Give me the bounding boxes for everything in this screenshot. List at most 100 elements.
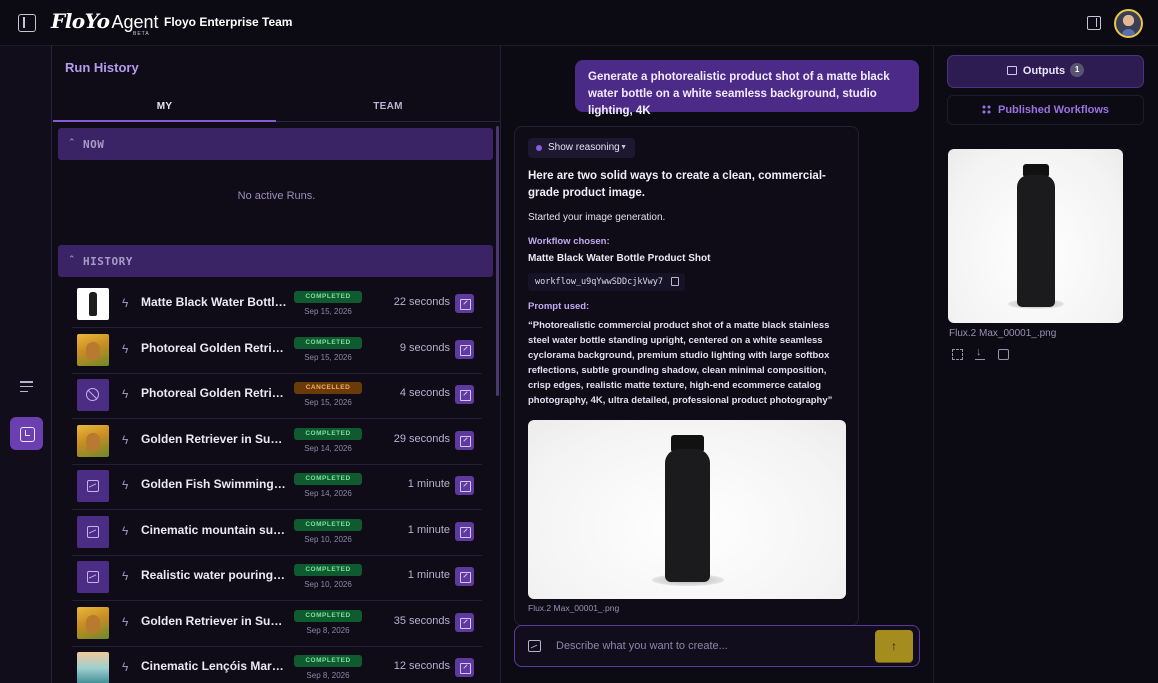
download-icon[interactable]: [975, 346, 986, 360]
bolt-icon: ϟ: [122, 614, 129, 629]
tab-my[interactable]: MY: [53, 92, 276, 122]
show-reasoning-label: Show reasoning: [548, 142, 620, 153]
run-row[interactable]: ϟ Golden Retriever in Sunflo... COMPLETED S…: [72, 420, 482, 465]
show-reasoning-button[interactable]: Show reasoning ▼: [528, 138, 635, 158]
image-caption: Flux.2 Max_00001_.png: [528, 603, 620, 613]
run-row[interactable]: ϟ Cinematic mountain sunri... COMPLETED Sep…: [72, 511, 482, 556]
sidebar-toggle-icon[interactable]: [18, 14, 36, 32]
bolt-icon: ϟ: [122, 478, 129, 492]
history-icon[interactable]: [10, 417, 43, 450]
run-history-panel: Run History MY TEAM ⌃ NOW No active Runs…: [53, 46, 501, 683]
run-thumbnail: [77, 652, 109, 683]
open-run-icon[interactable]: [455, 385, 474, 404]
status-badge: COMPLETED: [294, 291, 362, 303]
history-tabs: MY TEAM: [53, 92, 500, 122]
run-date: Sep 15, 2026: [304, 398, 352, 407]
run-duration: 9 seconds: [399, 341, 450, 354]
open-run-icon[interactable]: [455, 476, 474, 495]
run-duration: 1 minute: [407, 569, 450, 581]
reuse-icon[interactable]: [998, 349, 1009, 360]
run-thumbnail: [77, 333, 109, 366]
run-duration: 29 seconds: [393, 432, 450, 445]
outputs-button[interactable]: Outputs 1: [947, 55, 1144, 88]
prompt-label: Prompt used:: [528, 301, 590, 312]
run-history-title: Run History: [65, 60, 139, 75]
run-duration: 12 seconds: [393, 660, 450, 672]
logo-brand: FloYo: [51, 9, 110, 33]
reply-intro: Here are two solid ways to create a clea…: [528, 170, 826, 199]
run-duration: 1 minute: [407, 478, 450, 490]
run-row[interactable]: ϟ Golden Retriever in Sunflo... COMPLETED S…: [72, 602, 482, 647]
logo[interactable]: FloYo Agent BETA: [51, 9, 159, 37]
image-upload-icon[interactable]: [528, 640, 541, 652]
bolt-icon: ϟ: [122, 660, 129, 674]
run-row[interactable]: ϟ Photoreal Golden Retrieve... CANCELLED Se…: [72, 374, 482, 419]
now-label: NOW: [83, 138, 105, 151]
run-row[interactable]: ϟ Matte Black Water Bottle ... COMPLETED Se…: [72, 283, 482, 328]
published-label: Published Workflows: [997, 104, 1110, 116]
avatar[interactable]: [1114, 9, 1143, 38]
tab-team[interactable]: TEAM: [276, 92, 500, 122]
agent-reply: Show reasoning ▼ Here are two solid ways…: [514, 126, 859, 626]
open-run-icon[interactable]: [455, 521, 474, 541]
grid-icon: [981, 104, 991, 114]
status-badge: COMPLETED: [294, 609, 362, 622]
expand-icon[interactable]: [952, 349, 963, 360]
run-date: Sep 15, 2026: [304, 307, 352, 316]
run-thumbnail: [77, 606, 109, 639]
bottle: [1017, 175, 1055, 307]
generated-image[interactable]: [528, 420, 846, 599]
bolt-icon: ϟ: [122, 341, 129, 356]
now-section-header[interactable]: ⌃ NOW: [58, 128, 493, 160]
status-badge: CANCELLED: [294, 382, 362, 394]
caret-down-icon: ▼: [620, 144, 627, 151]
chevron-down-icon[interactable]: ⌄: [285, 17, 293, 28]
open-run-icon[interactable]: [455, 612, 474, 632]
run-row[interactable]: ϟ Realistic water pouring int... COMPLETED…: [72, 556, 482, 601]
list-icon[interactable]: [20, 381, 33, 393]
open-run-icon[interactable]: [455, 658, 474, 677]
run-date: Sep 14, 2026: [304, 489, 352, 498]
composer-input[interactable]: Describe what you want to create...: [556, 640, 728, 652]
open-run-icon[interactable]: [455, 339, 474, 359]
bolt-icon: ϟ: [122, 387, 129, 401]
prompt-composer[interactable]: Describe what you want to create... ↑: [514, 625, 920, 667]
copy-icon[interactable]: [670, 277, 679, 286]
scrollbar[interactable]: [496, 126, 499, 396]
open-run-icon[interactable]: [455, 567, 474, 586]
left-rail: [0, 46, 52, 683]
run-duration: 22 seconds: [393, 296, 450, 308]
run-row[interactable]: ϟ Golden Fish Swimming - ... COMPLETED Sep …: [72, 465, 482, 510]
cancelled-thumbnail: [77, 379, 109, 411]
status-badge: COMPLETED: [294, 473, 362, 485]
run-date: Sep 14, 2026: [304, 443, 352, 453]
placeholder-thumbnail: [77, 470, 109, 502]
run-date: Sep 15, 2026: [304, 352, 352, 362]
logo-product: Agent: [111, 12, 159, 32]
run-title: Golden Retriever in Sunflo...: [141, 613, 288, 628]
published-workflows-button[interactable]: Published Workflows: [947, 95, 1144, 125]
workflow-id-chip[interactable]: workflow_u9qYwwSDDcjkVwy7: [528, 273, 685, 291]
team-selector[interactable]: Floyo Enterprise Team: [164, 15, 292, 29]
output-thumbnail[interactable]: [948, 149, 1123, 323]
outputs-count: 1: [1070, 63, 1085, 78]
run-title: Cinematic Lençóis Maran...: [141, 659, 288, 673]
run-duration: 35 seconds: [393, 614, 450, 627]
status-badge: COMPLETED: [294, 518, 362, 531]
open-run-icon[interactable]: [455, 430, 474, 450]
panel-toggle-icon[interactable]: [1087, 16, 1101, 30]
run-title: Photoreal Golden Retrieve...: [141, 386, 288, 400]
run-duration: 1 minute: [407, 523, 450, 536]
run-date: Sep 8, 2026: [306, 671, 350, 680]
run-duration: 4 seconds: [399, 387, 450, 399]
run-date: Sep 10, 2026: [304, 580, 352, 589]
open-run-icon[interactable]: [455, 294, 474, 313]
ban-icon: [86, 388, 99, 401]
history-section-header[interactable]: ⌃ HISTORY: [58, 245, 493, 277]
status-badge: COMPLETED: [294, 564, 362, 576]
send-button[interactable]: ↑: [875, 630, 913, 662]
run-row[interactable]: ϟ Cinematic Lençóis Maran... COMPLETED Sep …: [72, 647, 482, 683]
run-row[interactable]: ϟ Photoreal Golden Retriever... COMPLETED S…: [72, 329, 482, 374]
beta-label: BETA: [133, 31, 150, 37]
placeholder-thumbnail: [77, 515, 109, 548]
